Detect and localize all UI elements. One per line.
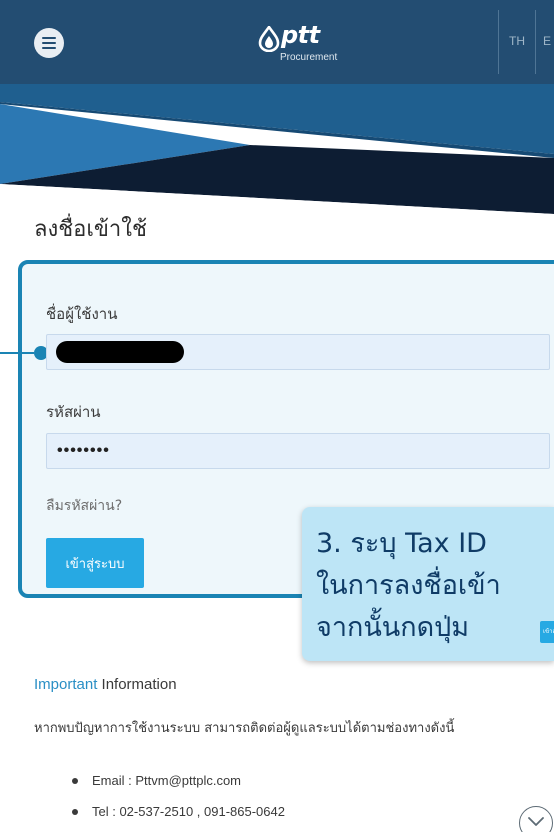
callout-login-button: เข้าสู่ระบบ [540,621,554,643]
username-label: ชื่อผู้ใช้งาน [46,305,118,323]
forgot-password-link[interactable]: ลืมรหัสผ่าน? [46,495,122,517]
login-button[interactable]: เข้าสู่ระบบ [46,538,144,588]
callout-line-3: จากนั้นกดปุ่ม [316,612,470,643]
password-label: รหัสผ่าน [46,403,101,421]
info-text: หากพบปัญหาการใช้งานระบบ สามารถติดต่อผู้ด… [34,721,455,736]
contact-email: Email : Pttvm@pttplc.com [71,773,242,788]
instruction-callout: 3. ระบุ Tax ID ในการลงชื่อเข้า จากนั้นกด… [302,507,554,661]
password-input[interactable]: •••••••• [46,433,550,469]
ptt-logo[interactable]: ptt Procurement [258,21,348,68]
decorative-banner [0,84,554,214]
page-title: ลงชื่อเข้าใช้ [34,217,147,242]
scroll-down-button[interactable] [519,806,553,832]
lang-divider [535,10,536,74]
top-header: ptt Procurement TH E [0,0,554,84]
info-title-rest: Information [97,676,177,693]
callout-connector [0,352,34,354]
contact-tel: Tel : 02-537-2510 , 091-865-0642 [72,804,285,819]
info-title-accent: Important [34,676,98,693]
chevron-down-icon [528,817,544,826]
lang-th-button[interactable]: TH [509,34,525,48]
redaction-mark [56,341,184,363]
logo-subtitle: Procurement [280,52,338,63]
callout-line-2: ในการลงชื่อเข้า [316,570,501,601]
ptt-logo-icon [258,26,280,52]
callout-line-1: 3. ระบุ Tax ID [316,528,487,559]
lang-en-button[interactable]: E [543,34,551,48]
hamburger-menu-icon[interactable] [34,28,64,58]
logo-text: ptt [281,21,320,49]
info-title: Important Information [34,676,177,693]
language-switcher: TH E [498,10,554,74]
